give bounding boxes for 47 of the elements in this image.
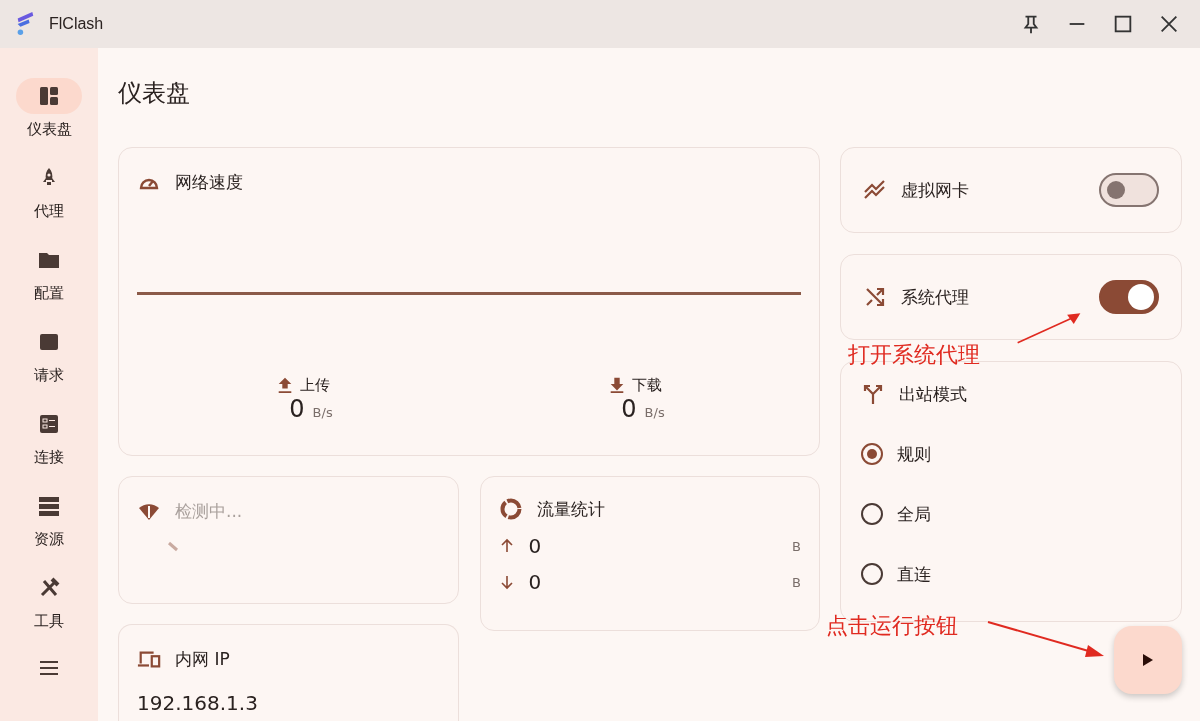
- toggle-switch[interactable]: [1099, 173, 1159, 207]
- mode-option[interactable]: 规则: [861, 442, 1161, 466]
- card-title: 网络速度: [175, 170, 243, 194]
- ip-address: 192.168.1.3: [137, 691, 259, 715]
- nav-item[interactable]: 请求: [16, 324, 82, 406]
- arrow-down-icon: [498, 574, 515, 590]
- stat-unit: B/s: [312, 405, 333, 420]
- stat-label: 上传: [300, 375, 330, 395]
- download-icon: [608, 375, 626, 395]
- stat-value: 0: [289, 395, 305, 423]
- stat-unit: B/s: [644, 405, 665, 420]
- ring-icon: [498, 497, 523, 521]
- nav-item[interactable]: 代理: [16, 160, 82, 242]
- card-title: 流量统计: [536, 497, 605, 521]
- mode-option[interactable]: 全局: [861, 502, 1161, 526]
- check-status: 检测中...: [175, 499, 243, 523]
- toggle-label: 虚拟网卡: [901, 178, 970, 202]
- traffic-value: 0: [528, 570, 542, 594]
- loading-spinner-icon: [167, 541, 179, 553]
- card-title: 内网 IP: [175, 647, 230, 671]
- close-icon[interactable]: [1158, 13, 1180, 35]
- nav-item[interactable]: 连接: [16, 406, 82, 488]
- mode-option[interactable]: 直连: [861, 562, 1161, 586]
- stat-value: 0: [621, 395, 637, 423]
- traffic-value: 0: [528, 534, 542, 558]
- toggle-switch[interactable]: [1099, 280, 1159, 314]
- annotation-text: 点击运行按钮: [826, 612, 958, 640]
- fork-icon: [861, 382, 885, 406]
- traffic-unit: B: [792, 538, 801, 554]
- window-title: FlClash: [49, 15, 104, 33]
- nav-item[interactable]: 配置: [16, 242, 82, 324]
- shuffle-icon: [863, 285, 887, 309]
- card-title: 出站模式: [899, 382, 967, 406]
- upload-icon: [276, 375, 294, 395]
- nav-item[interactable]: 仪表盘: [16, 78, 82, 160]
- nav-item[interactable]: 工具: [16, 570, 82, 652]
- toggle-label: 系统代理: [901, 285, 970, 309]
- play-icon: [1142, 653, 1154, 667]
- traffic-unit: B: [792, 574, 801, 590]
- checklist-icon: [37, 412, 61, 436]
- maximize-icon[interactable]: [1112, 13, 1134, 35]
- annotation-text: 打开系统代理: [848, 341, 980, 369]
- storage-icon: [37, 494, 61, 518]
- page-title: 仪表盘: [118, 77, 191, 109]
- dashboard-icon: [37, 84, 61, 108]
- nav-item[interactable]: 资源: [16, 488, 82, 570]
- stat-label: 下载: [632, 375, 662, 395]
